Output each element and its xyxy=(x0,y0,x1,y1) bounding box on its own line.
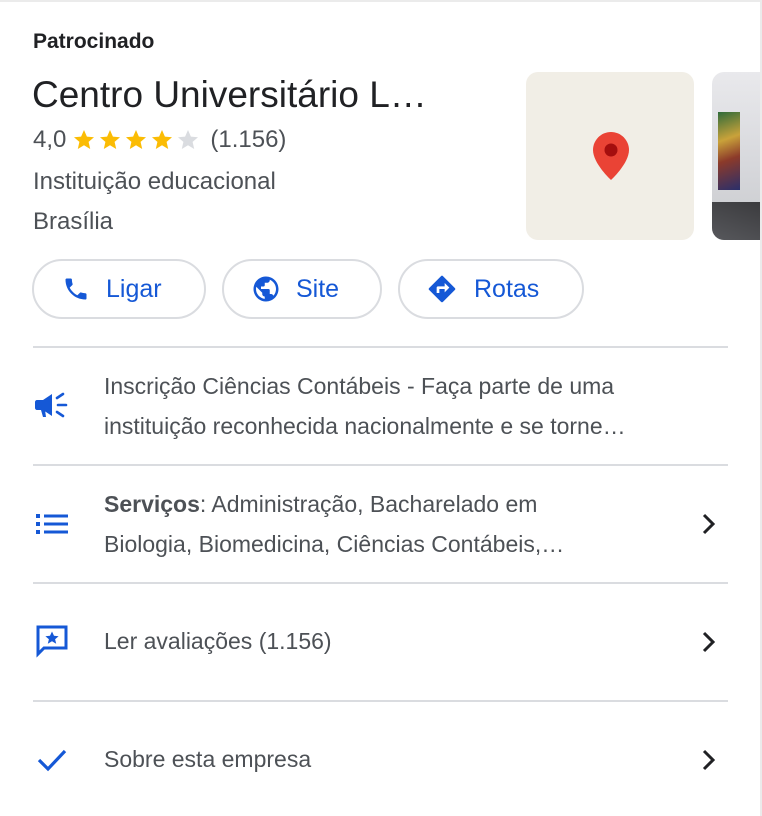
business-category: Instituição educacional xyxy=(33,168,276,195)
star-filled-icon xyxy=(152,130,173,149)
business-photo-thumbnail[interactable] xyxy=(712,72,760,240)
services-line1: Serviços: Administração, Bacharelado em xyxy=(104,484,564,524)
star-empty-icon xyxy=(178,130,199,149)
call-button[interactable]: Ligar xyxy=(32,259,206,319)
photo-floor xyxy=(712,202,760,240)
business-location: Brasília xyxy=(33,208,114,235)
review-star-icon xyxy=(33,622,71,660)
website-button[interactable]: Site xyxy=(222,259,382,319)
sponsored-label: Patrocinado xyxy=(33,30,155,53)
megaphone-icon xyxy=(33,386,71,424)
directions-icon xyxy=(426,273,458,305)
services-list-start: : Administração, Bacharelado em xyxy=(199,491,538,517)
phone-icon xyxy=(60,273,92,305)
divider xyxy=(33,582,728,584)
rating-row[interactable]: 4,0 (1.156) xyxy=(33,126,286,154)
map-pin-icon xyxy=(593,132,629,180)
checkmark-icon xyxy=(33,741,71,779)
ad-description-line1: Inscrição Ciências Contábeis - Faça part… xyxy=(104,373,615,399)
divider xyxy=(33,700,728,702)
chevron-right-icon[interactable] xyxy=(694,628,722,656)
business-title[interactable]: Centro Universitário L… xyxy=(32,74,427,116)
star-filled-icon xyxy=(126,130,147,149)
photo-artwork xyxy=(718,112,740,190)
services-line2: Biologia, Biomedicina, Ciências Contábei… xyxy=(104,531,565,557)
divider xyxy=(33,464,728,466)
read-reviews-link[interactable]: Ler avaliações (1.156) xyxy=(104,621,332,661)
directions-button-label: Rotas xyxy=(474,274,540,303)
map-thumbnail[interactable] xyxy=(526,72,694,240)
globe-icon xyxy=(250,273,282,305)
ad-description-line2: instituição reconhecida nacionalmente e … xyxy=(104,413,626,439)
website-button-label: Site xyxy=(296,274,340,303)
star-rating xyxy=(72,128,202,152)
about-business-link[interactable]: Sobre esta empresa xyxy=(104,739,311,779)
divider xyxy=(33,346,728,348)
services-row[interactable]: Serviços: Administração, Bacharelado em … xyxy=(104,484,564,564)
directions-button[interactable]: Rotas xyxy=(398,259,584,319)
rating-value: 4,0 xyxy=(33,126,67,153)
services-label: Serviços xyxy=(104,491,200,517)
chevron-right-icon[interactable] xyxy=(694,746,722,774)
review-count: (1.156) xyxy=(210,126,287,153)
list-icon xyxy=(33,505,71,543)
star-filled-icon xyxy=(74,130,95,149)
ad-description[interactable]: Inscrição Ciências Contábeis - Faça part… xyxy=(104,366,626,446)
chevron-right-icon[interactable] xyxy=(694,510,722,538)
call-button-label: Ligar xyxy=(106,274,162,303)
star-filled-icon xyxy=(100,130,121,149)
local-business-card: Patrocinado Centro Universitário L… 4,0 … xyxy=(0,0,762,816)
